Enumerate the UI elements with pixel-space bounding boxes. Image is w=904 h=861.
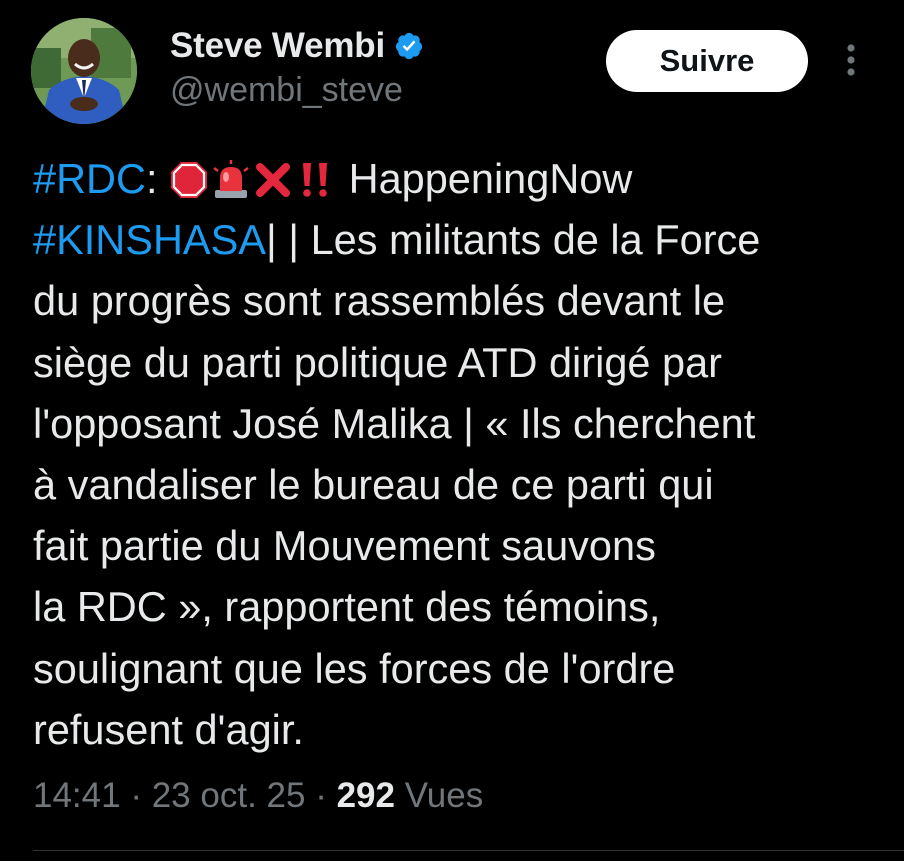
tweet-line-1: #RDC: HappeningNow (33, 148, 893, 209)
hashtag-colon: : (146, 155, 158, 202)
happening-now-text: HappeningNow (348, 155, 633, 202)
views-label: Vues (404, 776, 484, 815)
cross-mark-icon (253, 160, 293, 200)
tweet-line: du progrès sont rassemblés devant le (33, 277, 726, 325)
author-handle[interactable]: @wembi_steve (170, 71, 403, 110)
police-light-icon (211, 160, 251, 200)
tweet-time[interactable]: 14:41 (33, 776, 121, 815)
tweet-line: refusent d'agir. (33, 705, 304, 753)
tweet-text: #RDC: HappeningNow #KINSHASA| | Les mili… (33, 148, 893, 760)
more-vertical-icon[interactable] (838, 42, 864, 82)
tweet-date[interactable]: 23 oct. 25 (152, 776, 306, 815)
verified-badge-icon (394, 31, 424, 61)
tweet-line: la RDC », rapportent des témoins, (33, 583, 661, 631)
avatar[interactable] (31, 18, 137, 124)
tweet-line: siège du parti politique ATD dirigé par (33, 338, 722, 386)
meta-separator: · (315, 776, 327, 815)
hashtag-rdc[interactable]: #RDC (33, 155, 146, 202)
stop-sign-icon (169, 160, 209, 200)
meta-separator: · (130, 776, 142, 815)
tweet-meta: 14:41 · 23 oct. 25 · 292 Vues (33, 776, 483, 816)
tweet-line: à vandaliser le bureau de ce parti qui (33, 460, 714, 508)
double-exclamation-icon (295, 160, 335, 200)
author-name-row: Steve Wembi (170, 26, 424, 66)
author-name[interactable]: Steve Wembi (170, 26, 385, 66)
tweet: Steve Wembi @wembi_steve Suivre #RDC: Ha… (0, 0, 904, 861)
tweet-line: soulignant que les forces de l'ordre (33, 644, 676, 692)
views-count[interactable]: 292 (337, 776, 395, 815)
tweet-line: l'opposant José Malika | « Ils cherchent (33, 399, 756, 447)
follow-button[interactable]: Suivre (606, 30, 808, 92)
divider (33, 850, 904, 851)
tweet-line-2-text: | | Les militants de la Force (265, 216, 761, 264)
avatar-image (31, 18, 137, 124)
tweet-line: fait partie du Mouvement sauvons (33, 522, 656, 570)
tweet-line-2: #KINSHASA| | Les militants de la Force (33, 209, 893, 270)
hashtag-kinshasa[interactable]: #KINSHASA (33, 216, 266, 263)
